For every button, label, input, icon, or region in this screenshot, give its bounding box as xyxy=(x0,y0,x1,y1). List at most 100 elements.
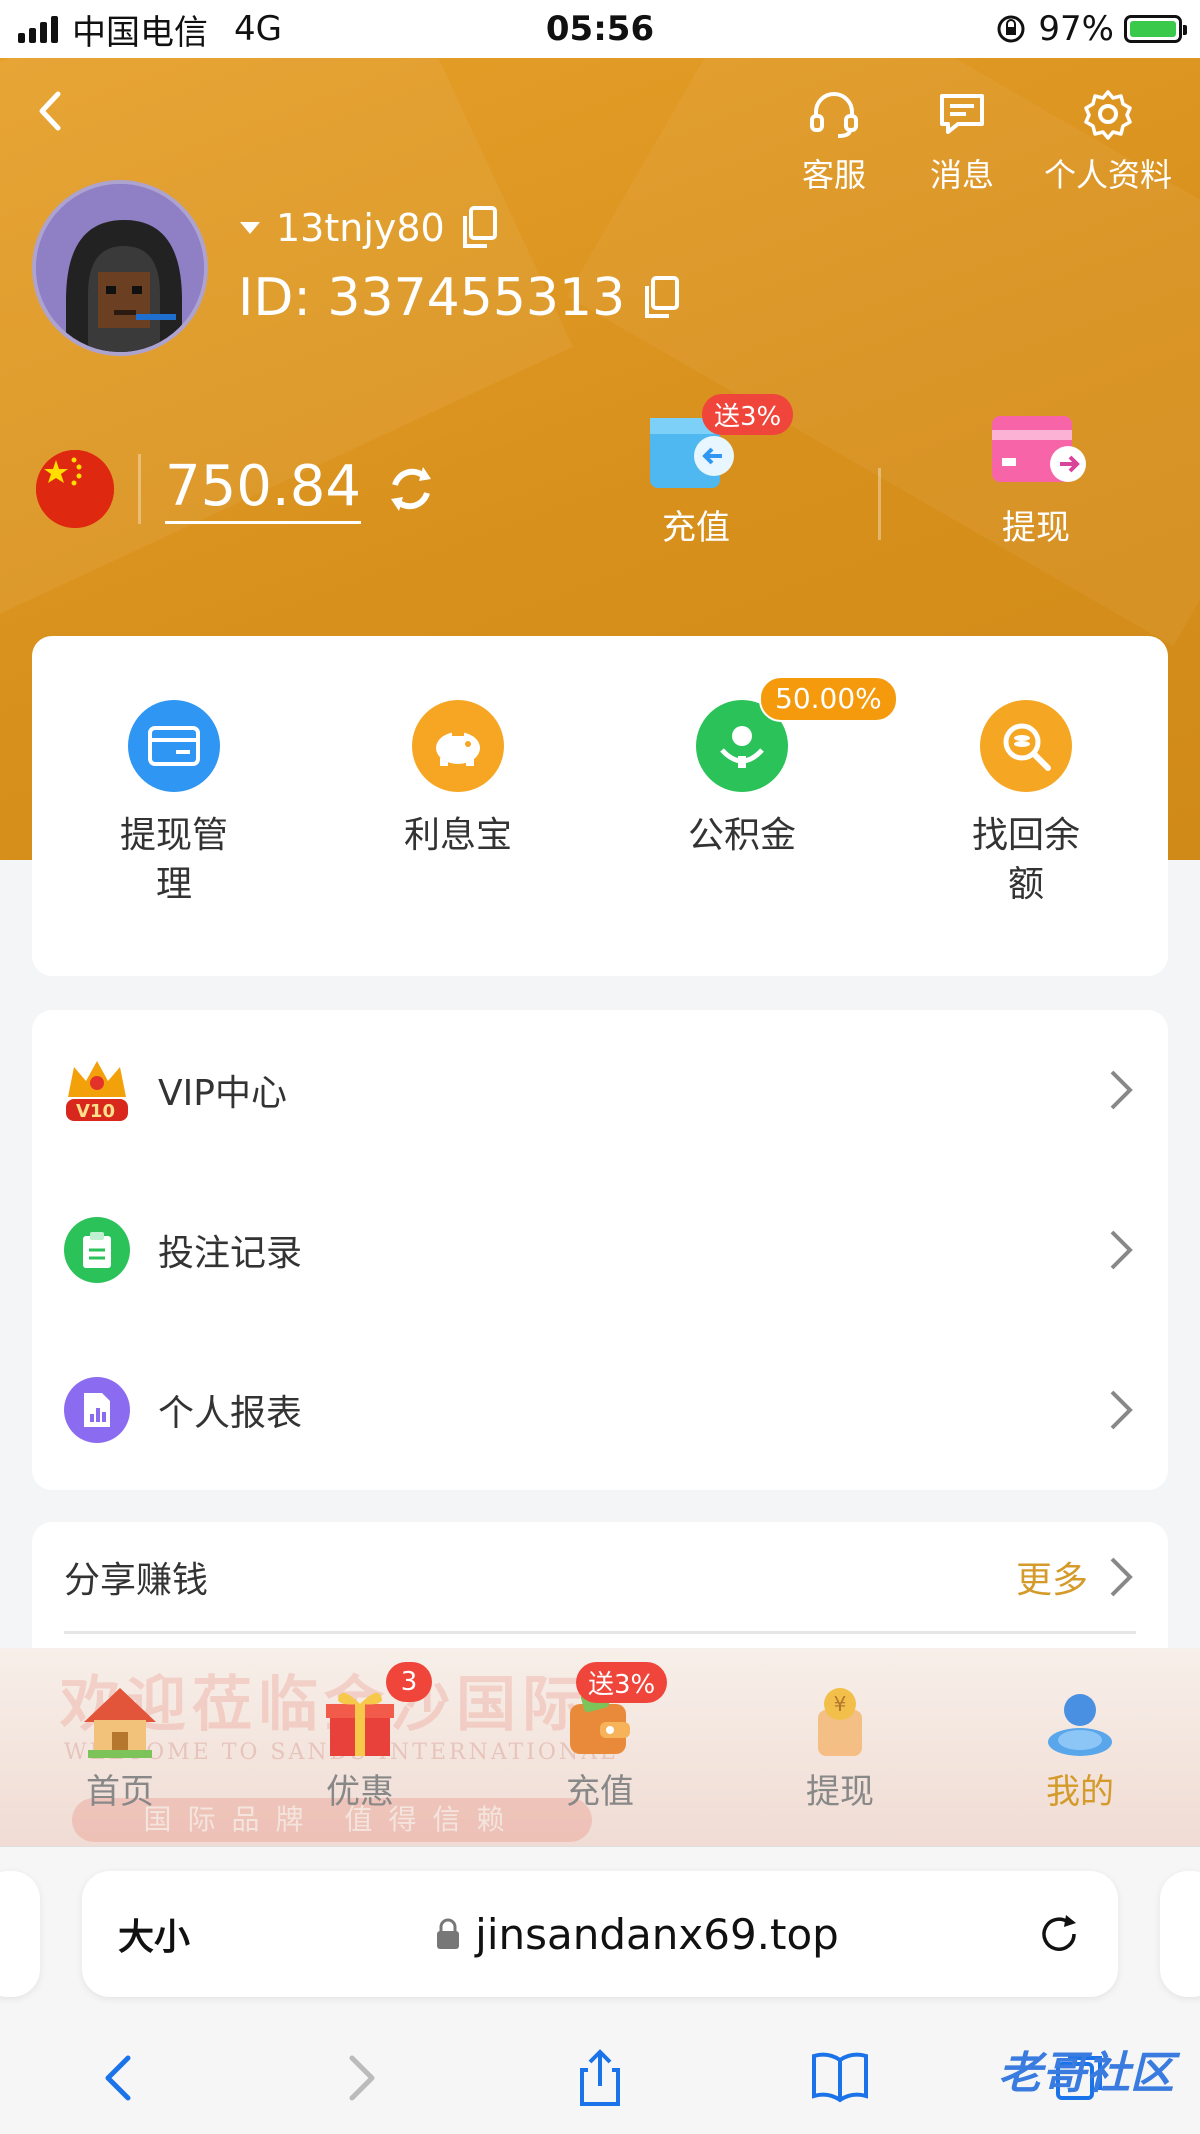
tab-recharge-badge: 送3% xyxy=(576,1662,668,1703)
page: 中国电信 4G 05:56 97% 客服 消息 个人资料 13tnjy80 ID… xyxy=(0,0,1200,2134)
share-earn-title: 分享赚钱 xyxy=(64,1559,209,1601)
tab-promotions-label: 优惠 xyxy=(326,1772,394,1812)
status-left: 中国电信 4G xyxy=(18,5,282,54)
interest-treasure-button[interactable]: 利息宝 xyxy=(343,700,573,976)
vip-center-row[interactable]: V10 VIP中心 xyxy=(32,1010,1168,1170)
withdraw-label: 提现 xyxy=(1002,508,1070,548)
status-right: 97% xyxy=(994,9,1187,49)
clipboard-icon xyxy=(64,1217,130,1283)
balance-divider xyxy=(138,454,141,524)
avatar[interactable] xyxy=(32,180,208,356)
more-label: 更多 xyxy=(1015,1559,1088,1601)
coin-jar-icon: ¥ xyxy=(818,1688,862,1756)
svg-text:¥: ¥ xyxy=(834,1692,847,1716)
interest-treasure-label: 利息宝 xyxy=(403,815,512,856)
back-arrow-icon[interactable] xyxy=(30,86,70,136)
china-flag-icon xyxy=(36,450,114,528)
url-display[interactable]: jinsandanx69.top xyxy=(238,1910,1036,1959)
tab-mine[interactable]: 我的 xyxy=(960,1648,1200,1846)
message-icon xyxy=(939,94,984,134)
provident-fund-button[interactable]: 50.00% 公积金 xyxy=(627,676,898,976)
profile-settings-label: 个人资料 xyxy=(1043,156,1172,194)
messages-button[interactable]: 消息 xyxy=(916,86,1008,196)
recharge-button[interactable]: 送3% 充值 xyxy=(646,394,794,549)
copy-username-icon[interactable] xyxy=(459,206,499,250)
customer-service-button[interactable]: 客服 xyxy=(788,86,880,196)
share-icon[interactable] xyxy=(570,2046,630,2110)
promotions-badge: 3 xyxy=(386,1662,432,1702)
provident-fund-label: 公积金 xyxy=(687,815,796,856)
bet-records-label: 投注记录 xyxy=(158,1233,303,1274)
header-actions: 客服 消息 个人资料 xyxy=(788,86,1172,196)
headset-icon xyxy=(809,92,858,138)
withdraw-card-icon xyxy=(986,398,1086,494)
chevron-right-icon xyxy=(1110,1390,1133,1430)
messages-label: 消息 xyxy=(929,156,994,194)
orientation-lock-icon xyxy=(997,15,1025,43)
share-more-link[interactable]: 更多 xyxy=(1016,1551,1136,1603)
profile-settings-button[interactable]: 个人资料 xyxy=(1044,86,1172,196)
next-tab-pill[interactable] xyxy=(1160,1871,1200,1997)
reload-icon[interactable] xyxy=(1036,1911,1082,1957)
username: 13tnjy80 xyxy=(276,206,445,250)
tab-home[interactable]: 首页 xyxy=(0,1648,240,1846)
bet-records-row[interactable]: 投注记录 xyxy=(32,1170,1168,1330)
balance-amount: 750.84 xyxy=(165,454,361,524)
tab-recharge-label: 充值 xyxy=(566,1772,634,1812)
balance-row: 750.84 xyxy=(36,450,437,528)
chevron-right-icon xyxy=(1110,1070,1133,1110)
network-label: 4G xyxy=(234,9,282,49)
copy-id-icon[interactable] xyxy=(641,276,681,320)
gear-icon xyxy=(1084,90,1132,140)
previous-tab-pill[interactable] xyxy=(0,1871,40,1997)
browser-toolbar: 大小 jinsandanx69.top 老哥社区 xyxy=(0,1846,1200,2134)
withdraw-management-button[interactable]: 提现管理 xyxy=(59,700,289,976)
refresh-icon[interactable] xyxy=(385,463,437,515)
tabs: 首页 3 优惠 送3% 充值 ¥ 提现 我的 xyxy=(0,1648,1200,1846)
quick-actions-card: 提现管理 利息宝 50.00% 公积金 找回余额 xyxy=(32,636,1168,976)
lock-icon xyxy=(437,1918,460,1949)
home-icon xyxy=(84,1688,156,1758)
recover-balance-button[interactable]: 找回余额 xyxy=(911,700,1141,976)
vip-center-label: VIP中心 xyxy=(158,1073,287,1114)
personal-report-label: 个人报表 xyxy=(158,1393,303,1434)
tab-recharge[interactable]: 送3% 充值 xyxy=(480,1648,720,1846)
tab-withdraw[interactable]: ¥ 提现 xyxy=(720,1648,960,1846)
carrier-label: 中国电信 xyxy=(72,12,208,53)
customer-service-label: 客服 xyxy=(801,156,866,194)
search-coin-icon xyxy=(980,700,1072,792)
menu-list: V10 VIP中心 投注记录 个人报表 xyxy=(32,1010,1168,1490)
gift-icon xyxy=(326,1692,394,1756)
recharge-badge: 送3% xyxy=(702,394,794,435)
back-icon[interactable] xyxy=(90,2046,150,2110)
crown-icon: V10 xyxy=(64,1057,130,1123)
recharge-label: 充值 xyxy=(662,508,730,548)
tab-home-label: 首页 xyxy=(86,1772,154,1812)
url-text: jinsandanx69.top xyxy=(475,1909,839,1959)
status-bar: 中国电信 4G 05:56 97% xyxy=(0,0,1200,58)
bookmarks-icon[interactable] xyxy=(810,2046,870,2110)
user-id-row: ID: 337455313 xyxy=(238,268,681,328)
battery-icon xyxy=(1124,15,1187,43)
recover-balance-label: 找回余额 xyxy=(971,815,1080,905)
caret-down-icon[interactable] xyxy=(238,220,262,236)
forward-icon[interactable] xyxy=(330,2046,390,2110)
withdraw-button[interactable]: 提现 xyxy=(986,398,1086,549)
user-id: ID: 337455313 xyxy=(238,268,626,328)
profile-icon xyxy=(1048,1694,1112,1756)
tab-promotions[interactable]: 3 优惠 xyxy=(240,1648,480,1846)
watermark-logo: 老哥社区 xyxy=(998,2048,1174,2099)
personal-report-row[interactable]: 个人报表 xyxy=(32,1330,1168,1490)
chevron-right-icon xyxy=(1110,1230,1133,1270)
recharge-icon: 送3% xyxy=(646,394,794,494)
bottom-tab-bar: 欢迎莅临金沙国际 WELCOME TO SANDS INTERNATIONAL … xyxy=(0,1648,1200,1846)
text-size-button[interactable]: 大小 xyxy=(118,1908,238,1960)
battery-percent: 97% xyxy=(1038,9,1114,49)
tab-mine-label: 我的 xyxy=(1046,1772,1114,1812)
address-bar[interactable]: 大小 jinsandanx69.top xyxy=(82,1871,1118,1997)
withdraw-management-label: 提现管理 xyxy=(119,815,228,905)
username-row: 13tnjy80 xyxy=(238,206,499,250)
vip-level-badge: V10 xyxy=(76,1101,115,1122)
card-icon xyxy=(128,700,220,792)
chevron-right-icon xyxy=(1110,1557,1133,1596)
